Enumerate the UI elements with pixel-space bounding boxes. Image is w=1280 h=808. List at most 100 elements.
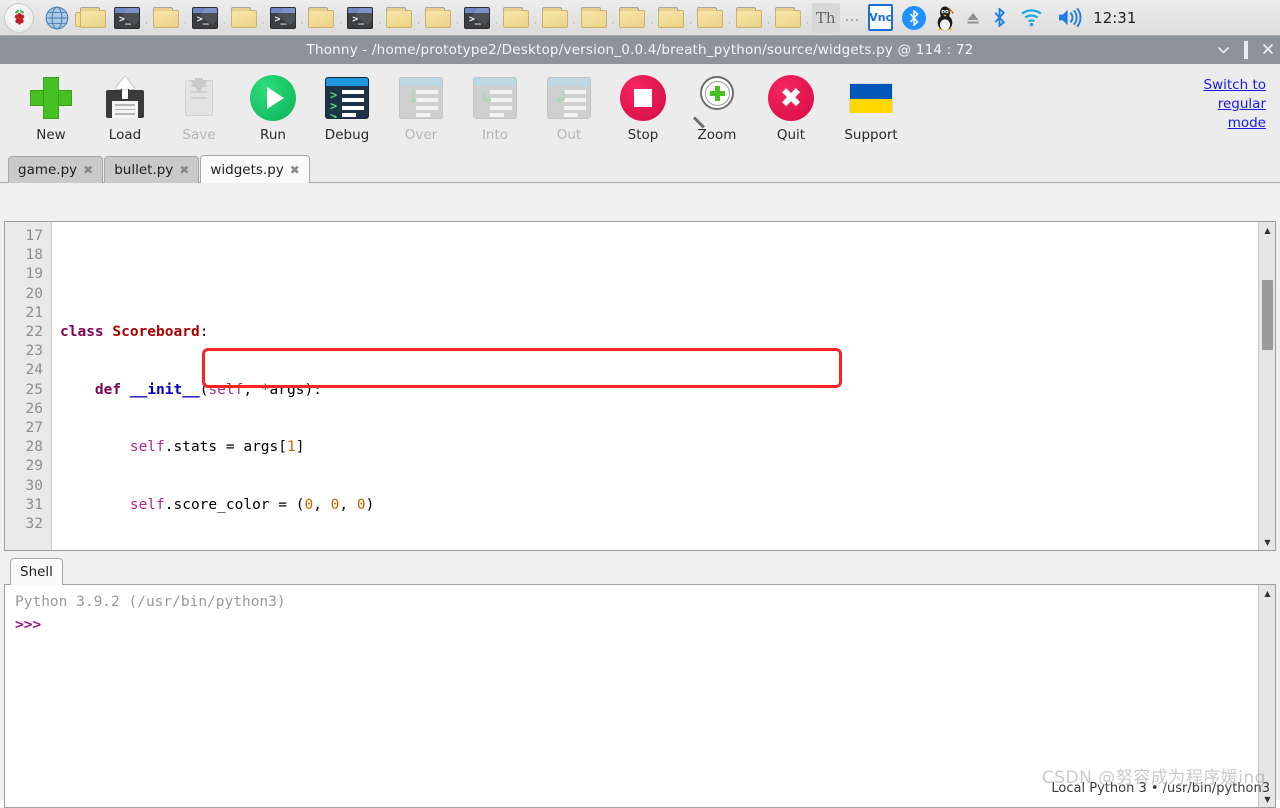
save-button-label: Save xyxy=(182,127,216,143)
shell-vertical-scrollbar[interactable]: ▲ ▼ xyxy=(1258,585,1275,807)
code-editor[interactable]: 17 18 19 20 21 22 23 24 25 26 27 28 29 3… xyxy=(4,221,1276,551)
step-over-icon: ↓ xyxy=(399,77,443,119)
web-browser-icon[interactable] xyxy=(38,0,76,36)
tab-shell-label: Shell xyxy=(20,564,53,580)
eject-icon[interactable] xyxy=(960,0,986,36)
quit-button[interactable]: ✖ Quit xyxy=(754,70,828,143)
folder-window-12[interactable] xyxy=(732,0,766,36)
bluetooth-tray-glyph xyxy=(994,8,1006,27)
file-manager-icon[interactable] xyxy=(75,0,110,36)
folder-window-8[interactable] xyxy=(577,0,611,36)
folder-window-4[interactable] xyxy=(382,0,416,36)
load-file-icon xyxy=(106,76,144,118)
tux-glyph xyxy=(937,6,954,30)
switch-line-2[interactable]: regular xyxy=(1188,95,1266,114)
step-into-button-label: Into xyxy=(481,127,509,143)
tab-shell[interactable]: Shell xyxy=(10,558,63,585)
folder-window-10[interactable] xyxy=(654,0,688,36)
line-number: 28 xyxy=(25,439,43,456)
vnc-icon[interactable]: Vnc xyxy=(863,0,898,36)
close-button[interactable] xyxy=(1262,43,1274,57)
load-button[interactable]: Load xyxy=(88,70,162,143)
line-number: 25 xyxy=(25,381,43,398)
tab-widgets-py[interactable]: widgets.py ✖ xyxy=(200,155,310,183)
system-taskbar: >_ · · >_ · · >_ · · >_ · · · >_ · · · ·… xyxy=(0,0,1280,36)
ukraine-flag-icon xyxy=(849,83,893,113)
wifi-icon[interactable] xyxy=(1013,0,1050,36)
tab-bullet-py[interactable]: bullet.py ✖ xyxy=(104,156,200,183)
folder-window-2[interactable] xyxy=(227,0,261,36)
stop-button[interactable]: Stop xyxy=(606,70,680,143)
thonny-taskbar-icon[interactable]: Th xyxy=(811,2,840,33)
folder-window-5[interactable] xyxy=(421,0,455,36)
close-icon[interactable]: ✖ xyxy=(179,163,189,177)
support-button[interactable]: Support xyxy=(828,70,914,143)
switch-line-3[interactable]: mode xyxy=(1188,114,1266,133)
folder-window-7[interactable] xyxy=(538,0,572,36)
run-button-label: Run xyxy=(260,127,286,143)
scroll-up-icon[interactable]: ▲ xyxy=(1259,222,1276,238)
debug-button[interactable]: > > > Debug xyxy=(310,70,384,143)
bluetooth-app-icon[interactable] xyxy=(898,0,930,36)
shell-panel[interactable]: Python 3.9.2 (/usr/bin/python3) >>> ▲ ▼ xyxy=(4,584,1276,808)
stop-icon xyxy=(620,75,666,121)
shell-output-area[interactable]: Python 3.9.2 (/usr/bin/python3) >>> xyxy=(5,585,1258,807)
folder-window-6[interactable] xyxy=(499,0,533,36)
new-button[interactable]: New xyxy=(14,70,88,143)
code-line-20: self.stats = args[1] xyxy=(129,439,305,456)
new-file-icon xyxy=(30,77,72,119)
interpreter-status[interactable]: Local Python 3 • /usr/bin/python3 xyxy=(1051,781,1270,796)
taskbar-thonny-window[interactable]: Th xyxy=(810,0,842,36)
minimize-button[interactable] xyxy=(1217,44,1230,56)
chevron-down-icon xyxy=(1217,46,1230,54)
folder-window-9[interactable] xyxy=(615,0,649,36)
bluetooth-tray-icon[interactable] xyxy=(986,0,1013,36)
folder-window-3[interactable] xyxy=(304,0,338,36)
eject-glyph xyxy=(967,12,979,23)
debug-button-label: Debug xyxy=(324,127,370,143)
run-button[interactable]: Run xyxy=(236,70,310,143)
maximize-button[interactable] xyxy=(1244,41,1248,59)
editor-vertical-scrollbar[interactable]: ▲ ▼ xyxy=(1258,222,1275,550)
code-line-19: def __init__(self, *args): xyxy=(94,381,322,398)
terminal-icon-5[interactable]: >_ xyxy=(460,0,494,36)
zoom-button[interactable]: Zoom xyxy=(680,70,754,143)
scroll-down-icon[interactable]: ▼ xyxy=(1259,534,1276,550)
terminal-icon-2[interactable]: >_ xyxy=(188,0,222,36)
window-titlebar[interactable]: Thonny - /home/prototype2/Desktop/versio… xyxy=(0,36,1280,64)
code-line-21: self.score_color = (0, 0, 0) xyxy=(129,496,375,513)
tab-game-py-label: game.py xyxy=(18,162,78,178)
close-icon[interactable]: ✖ xyxy=(290,163,300,177)
save-button: Save xyxy=(162,70,236,143)
tab-bullet-py-label: bullet.py xyxy=(114,162,174,178)
terminal-icon-4[interactable]: >_ xyxy=(343,0,377,36)
wifi-glyph xyxy=(1021,9,1042,27)
scroll-up-icon[interactable]: ▲ xyxy=(1259,585,1276,601)
folder-window-13[interactable] xyxy=(771,0,805,36)
volume-icon[interactable] xyxy=(1050,0,1089,36)
tux-icon[interactable] xyxy=(930,0,960,36)
taskbar-overflow-icon[interactable]: ... xyxy=(842,10,863,25)
raspberry-menu-icon[interactable] xyxy=(0,0,38,36)
folder-window-1[interactable] xyxy=(149,0,183,36)
line-number-gutter: 17 18 19 20 21 22 23 24 25 26 27 28 29 3… xyxy=(5,222,52,550)
line-number: 18 xyxy=(25,247,43,264)
save-file-icon xyxy=(182,78,216,118)
scrollbar-thumb[interactable] xyxy=(1262,280,1273,350)
debug-icon: > > > xyxy=(325,77,369,119)
tab-game-py[interactable]: game.py ✖ xyxy=(8,156,104,183)
switch-to-regular-mode-link[interactable]: Switch to regular mode xyxy=(1188,76,1266,133)
terminal-icon-3[interactable]: >_ xyxy=(266,0,300,36)
run-icon xyxy=(250,75,296,121)
close-icon[interactable]: ✖ xyxy=(83,163,93,177)
folder-window-11[interactable] xyxy=(693,0,727,36)
taskbar-clock[interactable]: 12:31 xyxy=(1089,9,1146,27)
line-number: 19 xyxy=(25,266,43,283)
terminal-icon-1[interactable]: >_ xyxy=(110,0,144,36)
step-out-icon: ↲ xyxy=(547,77,591,119)
code-text-area[interactable]: class Scoreboard: def __init__(self, *ar… xyxy=(52,222,1258,550)
quit-button-label: Quit xyxy=(776,127,806,143)
step-into-button: ↳ Into xyxy=(458,70,532,143)
switch-line-1[interactable]: Switch to xyxy=(1188,76,1266,95)
